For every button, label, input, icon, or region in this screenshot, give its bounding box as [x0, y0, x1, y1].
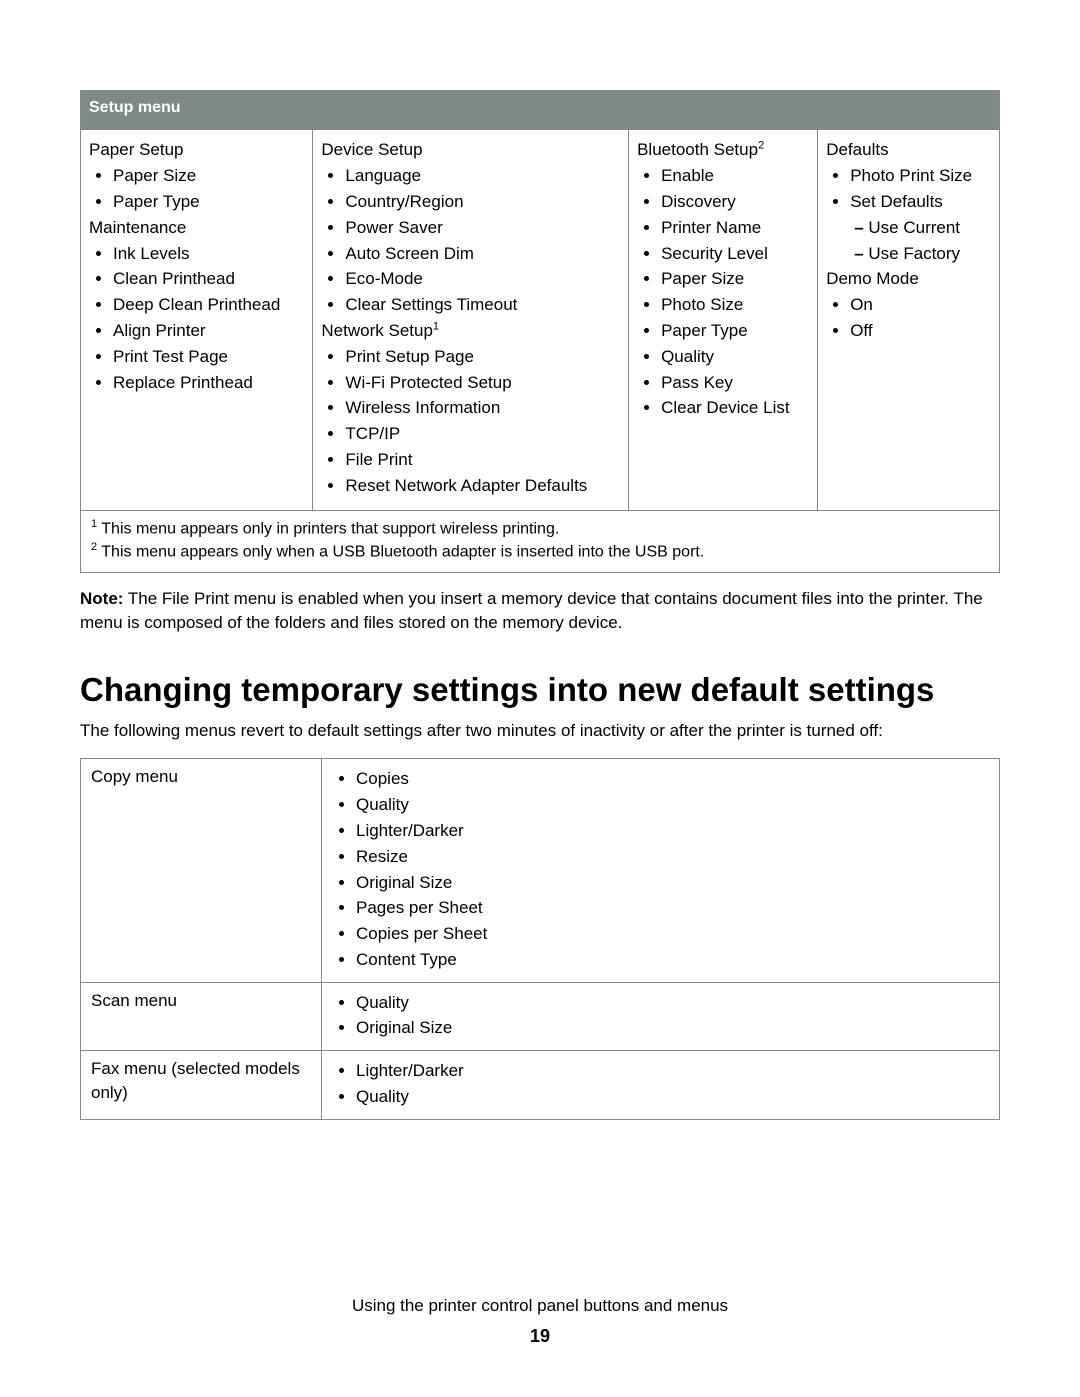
default-menus-table: Copy menu Copies Quality Lighter/Darker … — [80, 758, 1000, 1120]
list-item: Quality — [356, 1085, 989, 1109]
list-item: Original Size — [356, 1016, 989, 1040]
list-item: Paper Size — [661, 267, 809, 291]
group-demo-mode: Demo Mode — [826, 267, 991, 291]
set-defaults-label: Set Defaults — [850, 192, 943, 211]
copy-menu-items: Copies Quality Lighter/Darker Resize Ori… — [322, 759, 1000, 982]
list-item: Print Test Page — [113, 345, 304, 369]
group-bluetooth-setup: Bluetooth Setup2 — [637, 138, 809, 162]
list-item: On — [850, 293, 991, 317]
group-paper-setup: Paper Setup — [89, 138, 304, 162]
list-item: Photo Print Size — [850, 164, 991, 188]
list-item: Quality — [356, 793, 989, 817]
list-item: Pass Key — [661, 371, 809, 395]
note-label: Note: — [80, 589, 123, 608]
fax-menu-label: Fax menu (selected models only) — [81, 1051, 322, 1120]
list-item: Security Level — [661, 242, 809, 266]
page-footer: Using the printer control panel buttons … — [0, 1294, 1080, 1349]
list-item: Language — [345, 164, 620, 188]
list-item: Power Saver — [345, 216, 620, 240]
group-defaults: Defaults — [826, 138, 991, 162]
fax-menu-items: Lighter/Darker Quality — [322, 1051, 1000, 1120]
network-setup-list: Print Setup Page Wi-Fi Protected Setup W… — [321, 345, 620, 498]
intro-text: The following menus revert to default se… — [80, 719, 1000, 743]
footnote-2-text: This menu appears only when a USB Blueto… — [97, 544, 704, 561]
set-defaults-sublist: Use Current Use Factory — [850, 216, 991, 266]
list-item: Wi-Fi Protected Setup — [345, 371, 620, 395]
bluetooth-setup-list: Enable Discovery Printer Name Security L… — [637, 164, 809, 420]
footnote-1: 1 This menu appears only in printers tha… — [91, 517, 989, 541]
list-item: Photo Size — [661, 293, 809, 317]
section-heading: Changing temporary settings into new def… — [80, 671, 1000, 709]
bluetooth-setup-sup: 2 — [758, 140, 764, 152]
group-network-setup: Network Setup1 — [321, 319, 620, 343]
list-item: Eco-Mode — [345, 267, 620, 291]
list-item: Pages per Sheet — [356, 896, 989, 920]
group-device-setup: Device Setup — [321, 138, 620, 162]
list-item: File Print — [345, 448, 620, 472]
list-item: Printer Name — [661, 216, 809, 240]
demo-mode-list: On Off — [826, 293, 991, 343]
list-item: Align Printer — [113, 319, 304, 343]
list-item: Lighter/Darker — [356, 1059, 989, 1083]
maintenance-list: Ink Levels Clean Printhead Deep Clean Pr… — [89, 242, 304, 395]
list-item: Quality — [356, 991, 989, 1015]
note-text: The File Print menu is enabled when you … — [80, 589, 983, 632]
setup-col-1: Paper Setup Paper Size Paper Type Mainte… — [81, 130, 313, 510]
list-item: Auto Screen Dim — [345, 242, 620, 266]
list-item: Paper Type — [113, 190, 304, 214]
list-item: Clear Device List — [661, 396, 809, 420]
page-number: 19 — [0, 1324, 1080, 1349]
setup-menu-header: Setup menu — [81, 91, 1000, 130]
list-item: Paper Size — [113, 164, 304, 188]
footnote-2: 2 This menu appears only when a USB Blue… — [91, 540, 989, 564]
device-setup-list: Language Country/Region Power Saver Auto… — [321, 164, 620, 317]
list-item: Wireless Information — [345, 396, 620, 420]
note-paragraph: Note: The File Print menu is enabled whe… — [80, 587, 1000, 635]
list-item: Country/Region — [345, 190, 620, 214]
list-item: Clear Settings Timeout — [345, 293, 620, 317]
setup-col-4: Defaults Photo Print Size Set Defaults U… — [818, 130, 1000, 510]
setup-footnotes: 1 This menu appears only in printers tha… — [81, 510, 1000, 572]
list-item: Content Type — [356, 948, 989, 972]
bluetooth-setup-label: Bluetooth Setup — [637, 140, 758, 159]
footer-chapter: Using the printer control panel buttons … — [0, 1294, 1080, 1318]
list-item: Enable — [661, 164, 809, 188]
list-item: Copies per Sheet — [356, 922, 989, 946]
list-item: Clean Printhead — [113, 267, 304, 291]
network-setup-sup: 1 — [433, 320, 439, 332]
list-item: Resize — [356, 845, 989, 869]
list-item: Reset Network Adapter Defaults — [345, 474, 620, 498]
scan-menu-items: Quality Original Size — [322, 982, 1000, 1051]
list-item: Lighter/Darker — [356, 819, 989, 843]
list-item: Quality — [661, 345, 809, 369]
list-item: Off — [850, 319, 991, 343]
list-item: Use Factory — [870, 242, 991, 266]
setup-col-3: Bluetooth Setup2 Enable Discovery Printe… — [629, 130, 818, 510]
setup-col-2: Device Setup Language Country/Region Pow… — [313, 130, 629, 510]
paper-setup-list: Paper Size Paper Type — [89, 164, 304, 214]
list-item: Copies — [356, 767, 989, 791]
list-item: Replace Printhead — [113, 371, 304, 395]
list-item: Use Current — [870, 216, 991, 240]
list-item: Ink Levels — [113, 242, 304, 266]
group-maintenance: Maintenance — [89, 216, 304, 240]
copy-menu-label: Copy menu — [81, 759, 322, 982]
list-item: Original Size — [356, 871, 989, 895]
list-item: Set Defaults Use Current Use Factory — [850, 190, 991, 265]
scan-menu-label: Scan menu — [81, 982, 322, 1051]
footnote-1-text: This menu appears only in printers that … — [97, 520, 559, 537]
setup-menu-table: Setup menu Paper Setup Paper Size Paper … — [80, 90, 1000, 573]
list-item: Deep Clean Printhead — [113, 293, 304, 317]
defaults-list: Photo Print Size Set Defaults Use Curren… — [826, 164, 991, 265]
list-item: Print Setup Page — [345, 345, 620, 369]
network-setup-label: Network Setup — [321, 321, 433, 340]
list-item: Paper Type — [661, 319, 809, 343]
list-item: TCP/IP — [345, 422, 620, 446]
list-item: Discovery — [661, 190, 809, 214]
